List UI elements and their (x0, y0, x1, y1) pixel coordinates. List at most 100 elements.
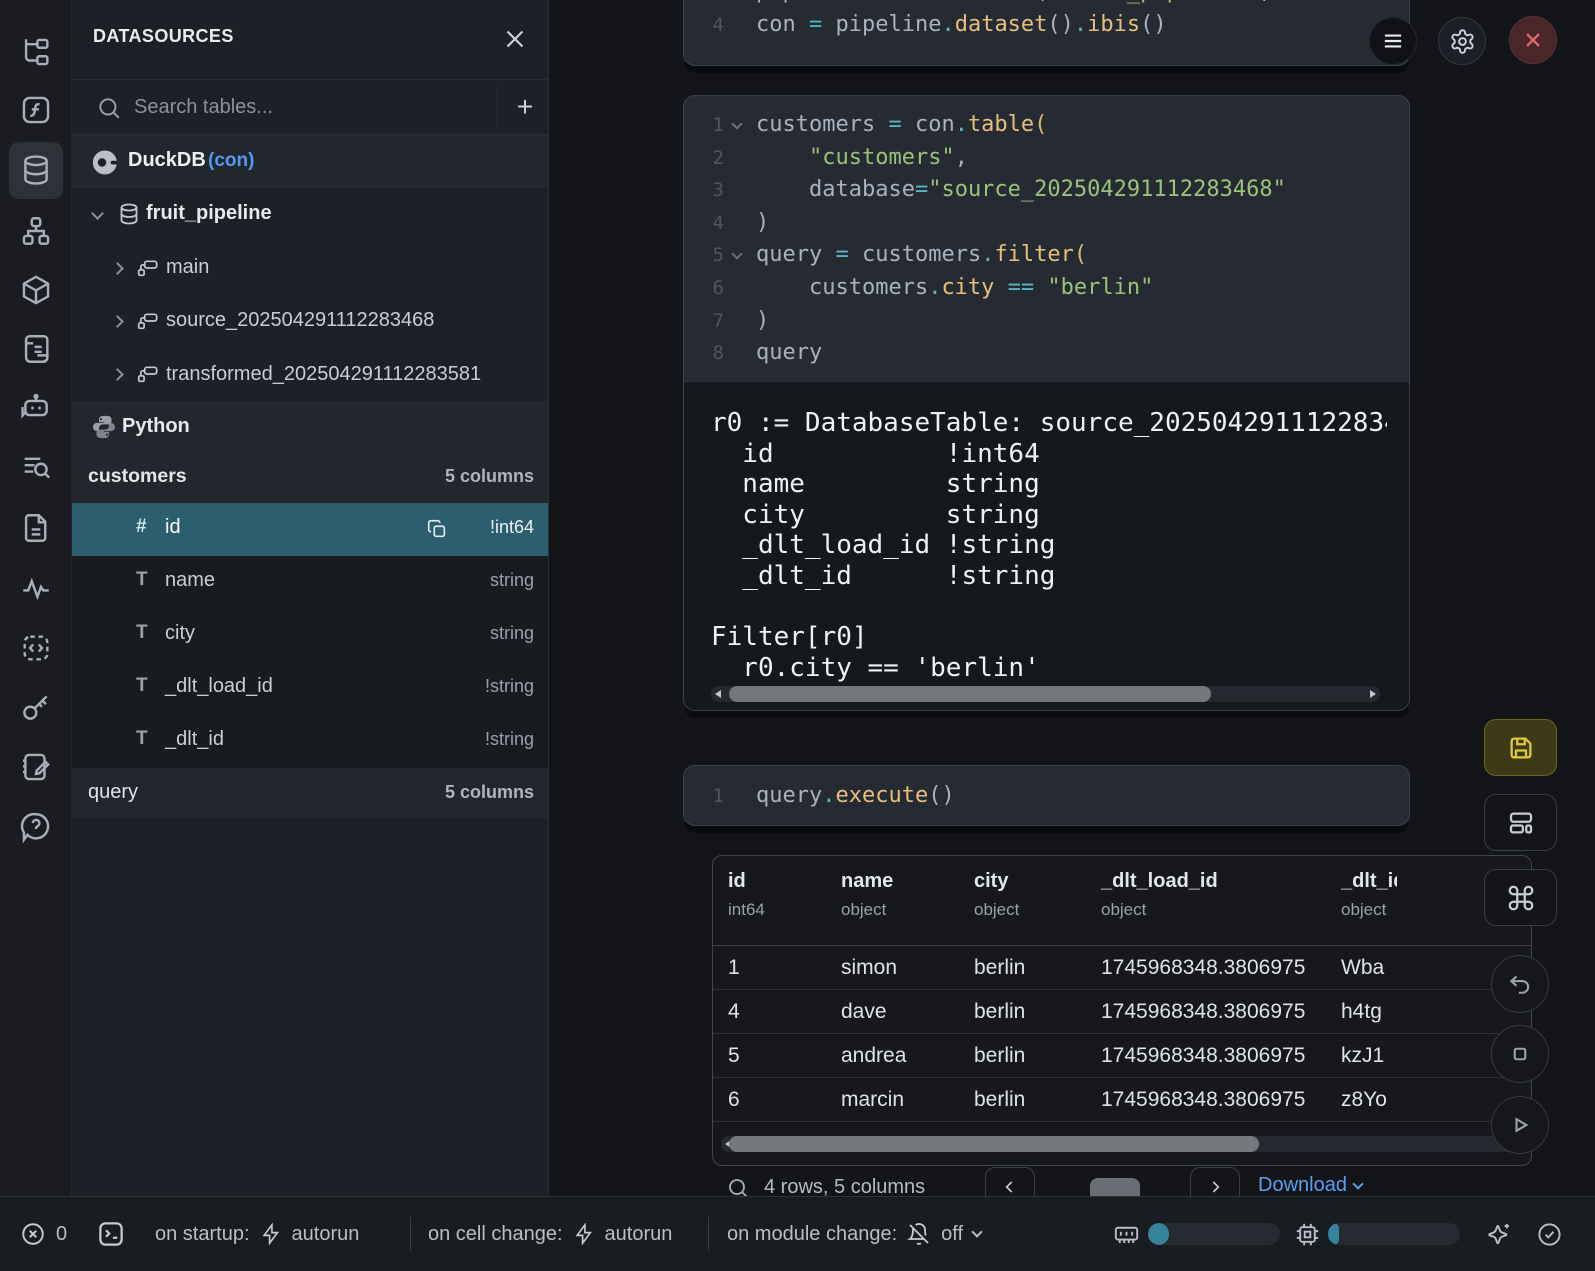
column-header[interactable]: cityobject (974, 856, 1019, 920)
shutdown-button[interactable] (1509, 16, 1557, 64)
code-line[interactable]: 2 "customers", (684, 142, 1409, 175)
command-palette-button[interactable] (1484, 869, 1557, 926)
prev-page-button[interactable] (985, 1167, 1035, 1196)
column-row-dlt-id[interactable]: T _dlt_id !string (72, 715, 548, 768)
ai-sparkles-button[interactable] (1486, 1221, 1513, 1248)
column-header[interactable]: _dlt_load_idobject (1101, 856, 1218, 920)
on-module-change-setting[interactable]: on module change: off (727, 1197, 981, 1271)
code-line[interactable]: 6 customers.city == "berlin" (684, 272, 1409, 305)
copy-icon[interactable] (426, 518, 448, 540)
file-tree-icon[interactable] (19, 35, 53, 69)
table-customers-header[interactable]: customers 5 columns (72, 452, 548, 503)
column-row-id[interactable]: # id !int64 (72, 503, 548, 556)
connection-duckdb[interactable]: DuckDB (con) (72, 135, 548, 188)
table-query-header[interactable]: query 5 columns (72, 768, 548, 818)
column-header[interactable]: _dlt_idobject (1341, 856, 1397, 920)
dependency-graph-icon[interactable] (19, 214, 53, 248)
table-row[interactable]: 4daveberlin1745968348.3806975h4tg (713, 990, 1531, 1034)
connection-status-check-icon[interactable] (1536, 1221, 1563, 1248)
help-icon[interactable] (19, 810, 53, 844)
cpu-usage-bar (1328, 1223, 1460, 1245)
code-editor[interactable]: 3pipeline = dlt.attach("fruit_pipeline")… (684, 0, 1409, 41)
table-row[interactable]: 1simonberlin1745968348.3806975Wba (713, 946, 1531, 990)
column-header[interactable]: nameobject (841, 856, 893, 920)
marimo-app: DATASOURCES + DuckDB (con) (0, 0, 1595, 1271)
column-header[interactable]: idint64 (728, 856, 765, 920)
scrollbar-thumb[interactable] (729, 1136, 1259, 1152)
table-cell: kzJ1 (1341, 1034, 1397, 1078)
code-line[interactable]: 3 database="source_202504291112283468" (684, 174, 1409, 207)
scratchpad-icon[interactable] (19, 750, 53, 784)
result-table-header[interactable]: idint64 nameobject cityobject _dlt_load_ido… (713, 856, 1531, 946)
snippets-icon[interactable] (19, 631, 53, 665)
code-line[interactable]: 1query.execute() (684, 780, 1409, 813)
column-type: !string (485, 676, 534, 697)
on-cell-change-setting[interactable]: on cell change: autorun (428, 1197, 672, 1271)
column-row-dlt-load-id[interactable]: T _dlt_load_id !string (72, 662, 548, 715)
code-editor[interactable]: 1query.execute() (684, 766, 1409, 813)
function-icon[interactable] (19, 93, 53, 127)
horizontal-scrollbar[interactable] (711, 686, 1380, 702)
code-line[interactable]: 4con = pipeline.dataset().ibis() (684, 9, 1409, 42)
panel-title: DATASOURCES (93, 26, 234, 47)
scroll-left-arrow-icon[interactable] (715, 690, 721, 698)
horizontal-scrollbar[interactable] (721, 1136, 1523, 1152)
database-icon[interactable] (19, 153, 53, 187)
secrets-key-icon[interactable] (19, 690, 53, 724)
line-number: 1 (684, 109, 724, 142)
page-size-select[interactable] (1090, 1178, 1140, 1196)
scroll-right-arrow-icon[interactable] (1370, 690, 1376, 698)
next-page-button[interactable] (1190, 1167, 1240, 1196)
activity-icon[interactable] (19, 572, 53, 606)
add-datasource-button[interactable]: + (504, 87, 546, 127)
table-search-icon[interactable] (726, 1176, 750, 1196)
tree-schema-transformed[interactable]: transformed_202504291112283581 (72, 348, 548, 402)
table-row[interactable]: 6marcinberlin1745968348.3806975z8Yo (713, 1078, 1531, 1122)
result-table-body: 1simonberlin1745968348.3806975Wba4davebe… (713, 946, 1531, 1122)
code-line[interactable]: 3pipeline = dlt.attach("fruit_pipeline") (684, 0, 1409, 9)
run-all-button[interactable] (1491, 1096, 1549, 1154)
section-python[interactable]: Python (72, 402, 548, 452)
document-icon[interactable] (19, 511, 53, 545)
settings-gear-button[interactable] (1438, 17, 1486, 65)
code-cell-3[interactable]: 1query.execute() (683, 765, 1410, 826)
tree-database-fruit-pipeline[interactable]: fruit_pipeline (72, 188, 548, 242)
save-button[interactable] (1484, 719, 1557, 776)
table-cell: h4tg (1341, 990, 1397, 1034)
log-search-icon[interactable] (19, 451, 53, 485)
table-row[interactable]: 5andreaberlin1745968348.3806975kzJ1 (713, 1034, 1531, 1078)
column-row-city[interactable]: T city string (72, 609, 548, 662)
scrollbar-thumb[interactable] (729, 686, 1211, 702)
error-count: 0 (56, 1223, 67, 1246)
code-cell-2[interactable]: 1customers = con.table(2 "customers",3 d… (683, 95, 1410, 711)
code-line[interactable]: 5query = customers.filter( (684, 239, 1409, 272)
terminal-button[interactable] (96, 1197, 126, 1271)
fold-chevron-icon[interactable] (731, 249, 742, 260)
package-icon[interactable] (19, 273, 53, 307)
error-indicator[interactable]: 0 (20, 1197, 67, 1271)
tree-schema-source[interactable]: source_202504291112283468 (72, 295, 548, 348)
layout-toggle-button[interactable] (1484, 794, 1557, 851)
code-editor[interactable]: 1customers = con.table(2 "customers",3 d… (684, 96, 1409, 381)
fold-chevron-icon[interactable] (731, 118, 742, 129)
search-input[interactable] (134, 90, 484, 124)
tree-schema-main[interactable]: main (72, 242, 548, 295)
chevron-down-icon (1352, 1178, 1363, 1189)
table-cell: z8Yo (1341, 1078, 1397, 1122)
stop-button[interactable] (1491, 1025, 1549, 1083)
code-line[interactable]: 1customers = con.table( (684, 109, 1409, 142)
on-startup-setting[interactable]: on startup: autorun (155, 1197, 359, 1271)
column-row-name[interactable]: T name string (72, 556, 548, 609)
scroll-icon[interactable] (19, 332, 53, 366)
download-link[interactable]: Download (1258, 1174, 1362, 1196)
code-line[interactable]: 8query (684, 337, 1409, 370)
close-icon[interactable] (500, 24, 530, 54)
code-line[interactable]: 7) (684, 305, 1409, 338)
table-cell: 1745968348.3806975 (1101, 1034, 1305, 1078)
undo-button[interactable] (1491, 955, 1549, 1013)
code-line[interactable]: 4) (684, 207, 1409, 240)
menu-button[interactable] (1369, 17, 1417, 65)
code-cell-1[interactable]: 3pipeline = dlt.attach("fruit_pipeline")… (683, 0, 1410, 66)
column-name: name (165, 569, 215, 592)
chat-bot-icon[interactable] (19, 391, 53, 425)
